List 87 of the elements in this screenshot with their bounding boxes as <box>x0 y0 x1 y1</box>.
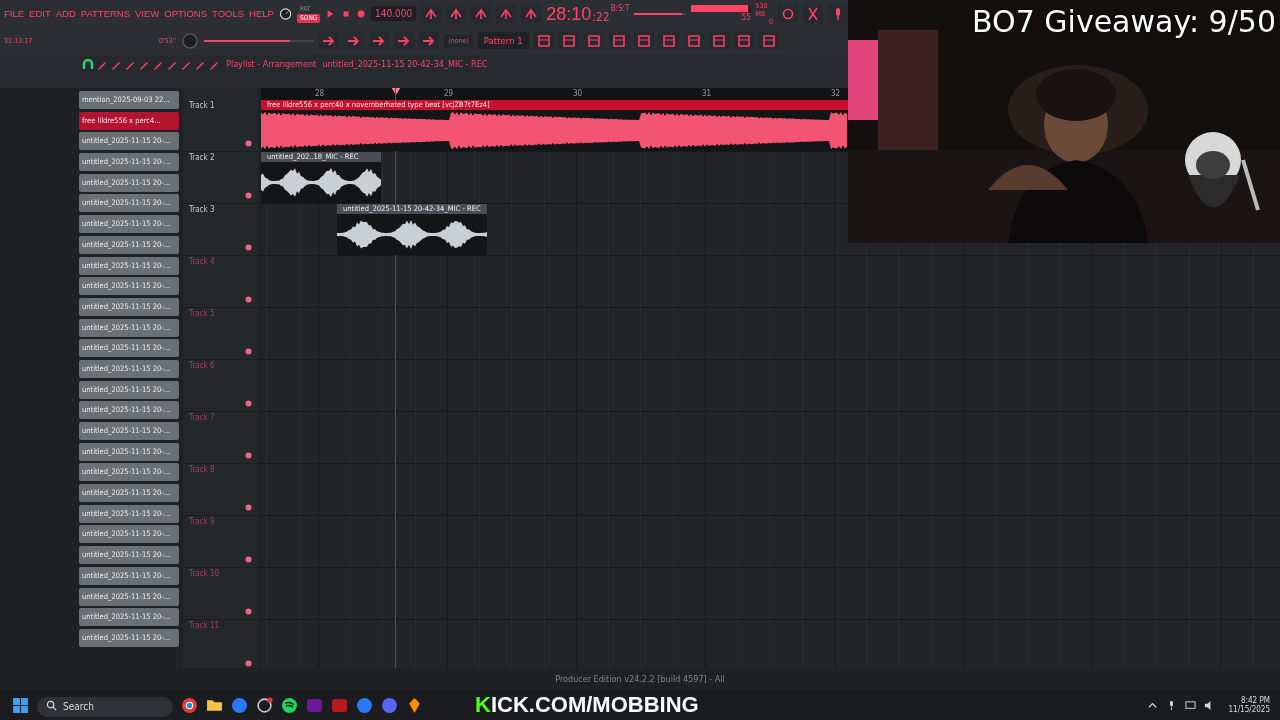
music-app-icon[interactable] <box>281 696 298 714</box>
track-switch[interactable] <box>245 452 252 459</box>
track-switch[interactable] <box>245 608 252 615</box>
bar-number: 32 <box>831 88 841 100</box>
menu-item[interactable]: TOOLS <box>212 8 245 19</box>
giveaway-overlay: BO7 Giveaway: 9/50 <box>972 4 1276 39</box>
tool-icon[interactable] <box>194 59 206 71</box>
time-format: B:S:T <box>610 3 630 13</box>
tool-icon[interactable] <box>124 59 136 71</box>
window-icon[interactable] <box>683 31 704 50</box>
song-time: 28:10 <box>546 3 592 24</box>
menu-item[interactable]: OPTIONS <box>164 8 208 19</box>
window-icon[interactable] <box>583 31 604 50</box>
window-icon[interactable] <box>558 31 579 50</box>
tool-icon[interactable] <box>419 31 440 50</box>
track-name[interactable]: Track 8 <box>189 465 215 474</box>
track-name[interactable]: Track 3 <box>189 205 215 214</box>
tool-icon[interactable] <box>208 59 220 71</box>
search-field[interactable]: Search <box>37 696 173 717</box>
track-switch[interactable] <box>245 556 252 563</box>
track-name[interactable]: Track 7 <box>189 413 215 422</box>
menu-item[interactable]: FILE <box>4 8 25 19</box>
search-icon <box>46 700 57 711</box>
tool-icon[interactable] <box>369 31 390 50</box>
volume-slider[interactable] <box>204 39 315 42</box>
tool-icon[interactable] <box>446 4 467 23</box>
tool-icon[interactable] <box>521 4 542 23</box>
tool-icon[interactable] <box>152 59 164 71</box>
track-name[interactable]: Track 11 <box>189 621 220 630</box>
track-name[interactable]: Track 2 <box>189 153 215 162</box>
breadcrumb[interactable]: untitled_2025-11-15 20-42-34_MIC - REC <box>322 59 488 69</box>
track-switch[interactable] <box>245 400 252 407</box>
track-switch[interactable] <box>245 660 252 667</box>
window-icon[interactable] <box>733 31 754 50</box>
status-text: Producer Edition v24.2.2 [build 4597] - All <box>555 674 725 684</box>
tool-icon[interactable] <box>180 59 192 71</box>
menu-item[interactable]: EDIT <box>29 8 51 19</box>
menu-item[interactable]: VIEW <box>135 8 160 19</box>
tool-icon[interactable] <box>421 4 442 23</box>
track-switch[interactable] <box>245 296 252 303</box>
window-icon[interactable] <box>758 31 779 50</box>
tool-icon[interactable] <box>96 59 108 71</box>
menu-item[interactable]: PATTERNS <box>80 8 131 19</box>
tool-icon[interactable] <box>471 4 492 23</box>
tool-icon[interactable] <box>138 59 150 71</box>
bar-number: 31 <box>702 88 712 100</box>
window-icon[interactable] <box>608 31 629 50</box>
bar-number: 29 <box>444 88 454 100</box>
clock-date[interactable]: 11/15/2025 <box>1228 705 1270 714</box>
magnet-icon[interactable] <box>82 59 94 71</box>
clock-time[interactable]: 8:42 PM <box>1241 696 1270 705</box>
track-name[interactable]: Track 10 <box>189 569 220 578</box>
track-switch[interactable] <box>245 192 252 199</box>
tool-icon[interactable] <box>344 31 365 50</box>
bar-number: 28 <box>315 88 325 100</box>
menu-item[interactable]: ADD <box>55 8 76 19</box>
tool-icon[interactable] <box>394 31 415 50</box>
timeline-ruler[interactable]: 28 29 30 31 32 <box>261 88 848 100</box>
app-icon[interactable] <box>256 696 273 714</box>
tool-icon[interactable] <box>110 59 122 71</box>
tool-icon[interactable] <box>319 31 340 50</box>
track-name[interactable]: Track 4 <box>189 257 215 266</box>
track-name[interactable]: Track 1 <box>189 101 215 110</box>
window-icon[interactable] <box>658 31 679 50</box>
tool-icon[interactable] <box>166 59 178 71</box>
track-name[interactable]: Track 5 <box>189 309 215 318</box>
windows-icon[interactable] <box>12 696 29 714</box>
window-icon[interactable] <box>633 31 654 50</box>
pattern-selector[interactable]: Pattern 1 <box>477 32 529 49</box>
song-ticks: :22 <box>592 9 610 24</box>
track-name[interactable]: Track 9 <box>189 517 215 526</box>
browser-icon[interactable] <box>181 696 198 714</box>
menu-item[interactable]: HELP <box>249 8 274 19</box>
track-switch[interactable] <box>245 504 252 511</box>
track-switch[interactable] <box>245 244 252 251</box>
track-name[interactable]: Track 6 <box>189 361 215 370</box>
bar-number: 30 <box>573 88 583 100</box>
tool-icon[interactable] <box>496 4 517 23</box>
tempo-display[interactable]: 140.000 <box>371 6 417 21</box>
track-switch[interactable] <box>245 140 252 147</box>
window-icon[interactable] <box>533 31 554 50</box>
chat-app-icon[interactable] <box>381 696 398 714</box>
breadcrumb[interactable]: Playlist - Arrangement <box>226 59 317 69</box>
cpu-reading: 55 <box>741 13 751 22</box>
window-icon[interactable] <box>708 31 729 50</box>
track-switch[interactable] <box>245 348 252 355</box>
channel-overlay: KICK.COM/MOBBING <box>475 692 699 718</box>
